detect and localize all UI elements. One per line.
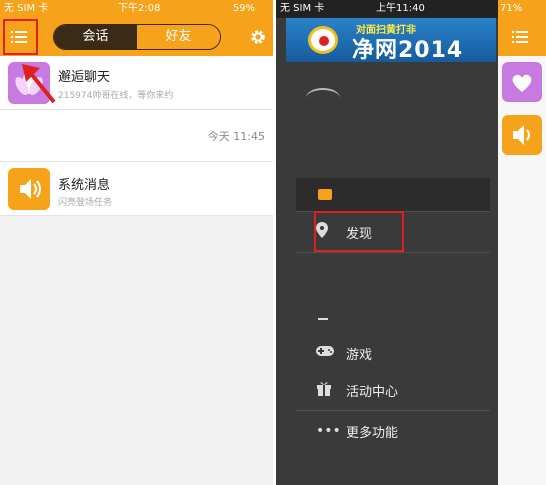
avatar[interactable] (306, 88, 340, 108)
speaker-icon (502, 115, 542, 155)
list-item[interactable]: 今天 11:45 (0, 110, 273, 162)
speaker-icon (8, 168, 50, 210)
top-bar (498, 18, 546, 56)
drawer-item-games[interactable]: 游戏 (296, 333, 490, 373)
main-screen-peek[interactable]: 71% (498, 0, 546, 485)
battery-level: 59% (232, 3, 255, 14)
battery-level: 71% (498, 0, 546, 18)
discover-highlight (314, 211, 404, 252)
drawer-item-more[interactable]: ••• 更多功能 (296, 411, 490, 451)
menu-button-highlight (3, 19, 38, 55)
status-bar: 无 SIM 卡 下午2:08 59% (0, 0, 273, 18)
list-item[interactable]: 系统消息 闪亮登场任务 (0, 162, 273, 216)
timestamp: 今天 11:45 (207, 130, 265, 143)
gear-icon[interactable] (249, 28, 267, 46)
drawer-item-events[interactable]: 活动中心 (296, 370, 490, 410)
tab-switcher: 会话 好友 (53, 24, 221, 50)
right-phone-screen: 无 SIM 卡 上午11:40 对面扫黄打非 净网2014 发现 游戏 活动中心… (276, 0, 546, 485)
drawer-item-label: 游戏 (346, 347, 373, 363)
banner-title: 净网2014 (352, 38, 464, 62)
heart-flower-icon (502, 62, 542, 102)
top-bar: 会话 好友 (0, 18, 273, 56)
chat-icon (318, 189, 332, 200)
carrier-label: 无 SIM 卡 (4, 3, 49, 14)
more-dots-icon: ••• (316, 423, 341, 439)
gift-icon (296, 380, 346, 400)
drawer-item-chat[interactable] (296, 178, 490, 212)
hamburger-icon[interactable] (512, 31, 528, 43)
conversation-preview: 215974帅哥在线，等你来约 (58, 91, 174, 101)
eye-logo-icon (308, 26, 338, 54)
dash-mark (318, 318, 328, 320)
pointer-arrow-icon (22, 64, 56, 104)
conversation-preview: 闪亮登场任务 (58, 198, 113, 208)
clock: 上午11:40 (376, 3, 425, 14)
left-phone-screen: 无 SIM 卡 下午2:08 59% 会话 好友 邂逅聊天 215974帅哥在线… (0, 0, 273, 485)
drawer-item-label: 活动中心 (346, 384, 399, 400)
separator (296, 252, 490, 253)
tab-friends[interactable]: 好友 (137, 25, 220, 49)
clock: 下午2:08 (118, 3, 161, 14)
gamepad-icon (296, 345, 346, 361)
conversation-title: 邂逅聊天 (58, 70, 111, 85)
promo-banner[interactable]: 对面扫黄打非 净网2014 (286, 18, 496, 62)
drawer-item-label: 更多功能 (346, 425, 399, 441)
carrier-label: 无 SIM 卡 (280, 3, 325, 14)
conversation-title: 系统消息 (58, 178, 111, 193)
tab-conversations[interactable]: 会话 (54, 25, 137, 49)
